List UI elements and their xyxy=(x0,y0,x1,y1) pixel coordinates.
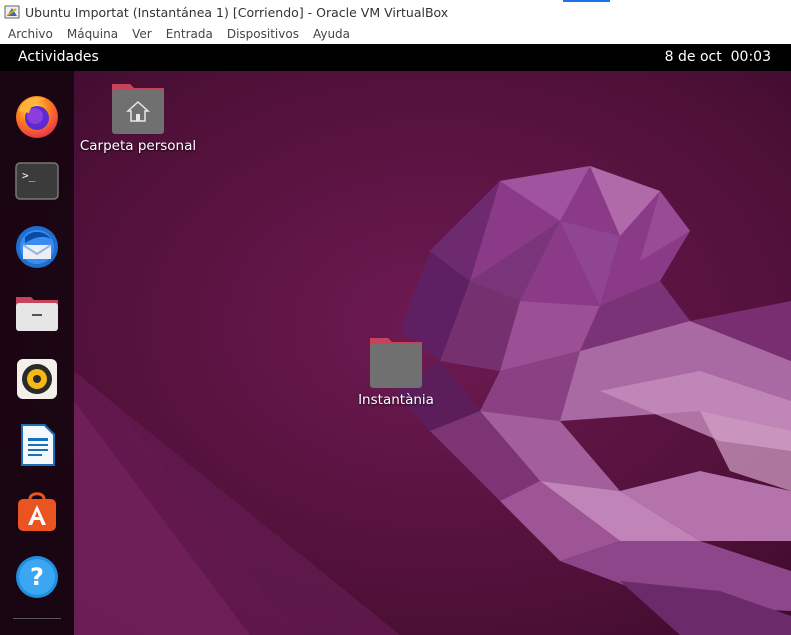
desktop-item-folder[interactable]: Instantània xyxy=(340,334,452,408)
window-title: Ubuntu Importat (Instantánea 1) [Corrien… xyxy=(25,4,449,20)
dock-separator xyxy=(13,618,61,619)
svg-text:?: ? xyxy=(30,563,44,591)
folder-icon xyxy=(370,338,422,388)
home-folder-icon xyxy=(112,84,164,134)
desktop-item-home[interactable]: Carpeta personal xyxy=(72,80,204,154)
title-accent-line xyxy=(563,0,610,2)
rhythmbox-icon[interactable] xyxy=(13,355,61,403)
desktop-label-folder: Instantània xyxy=(358,392,434,408)
menu-entrada[interactable]: Entrada xyxy=(158,27,219,41)
software-icon[interactable] xyxy=(13,487,61,535)
menu-ayuda[interactable]: Ayuda xyxy=(305,27,356,41)
svg-text:>_: >_ xyxy=(22,169,36,182)
activities-button[interactable]: Actividades xyxy=(18,49,99,65)
dock: >_ ? xyxy=(0,71,74,635)
menubar: Archivo Máquina Ver Entrada Dispositivos… xyxy=(0,24,791,44)
gnome-topbar: Actividades 8 de oct 00:03 xyxy=(0,44,791,71)
clock[interactable]: 8 de oct 00:03 xyxy=(665,49,771,65)
window-titlebar: Ubuntu Importat (Instantánea 1) [Corrien… xyxy=(0,0,791,24)
desktop-label-home: Carpeta personal xyxy=(79,138,197,154)
menu-archivo[interactable]: Archivo xyxy=(0,27,59,41)
clock-time: 00:03 xyxy=(730,49,771,65)
vm-screen[interactable]: Actividades 8 de oct 00:03 >_ ? Carpeta … xyxy=(0,44,791,635)
help-icon[interactable]: ? xyxy=(13,553,61,601)
files-icon[interactable] xyxy=(13,289,61,337)
thunderbird-icon[interactable] xyxy=(13,223,61,271)
writer-icon[interactable] xyxy=(13,421,61,469)
firefox-icon[interactable] xyxy=(13,91,61,139)
menu-maquina[interactable]: Máquina xyxy=(59,27,124,41)
menu-dispositivos[interactable]: Dispositivos xyxy=(219,27,305,41)
terminal-icon[interactable]: >_ xyxy=(13,157,61,205)
menu-ver[interactable]: Ver xyxy=(124,27,158,41)
clock-date: 8 de oct xyxy=(664,49,722,65)
virtualbox-icon xyxy=(4,5,20,19)
